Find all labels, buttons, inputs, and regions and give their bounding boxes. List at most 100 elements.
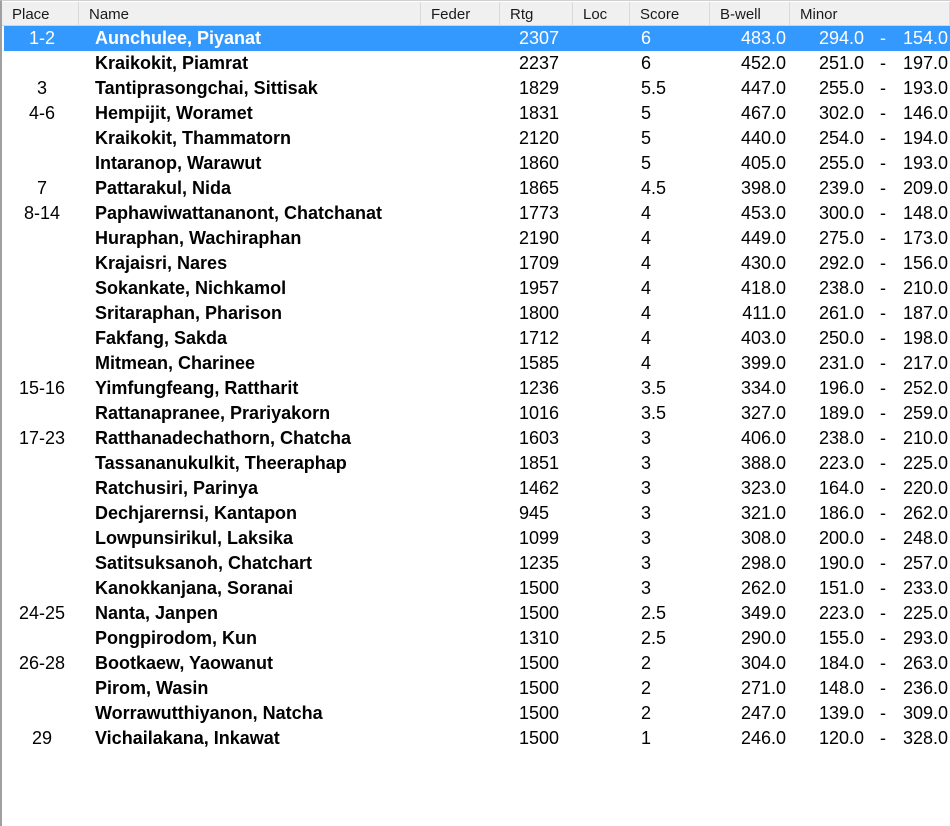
table-row[interactable]: Dechjarernsi, Kantapon 945 3 321.0 186.0…	[4, 501, 950, 526]
column-header-score[interactable]: Score	[630, 2, 710, 25]
column-header-loc[interactable]: Loc	[573, 2, 630, 25]
rating-cell: 1851	[519, 453, 560, 473]
table-row[interactable]: Satitsuksanoh, Chatchart 1235 3 298.0 19…	[4, 551, 950, 576]
table-row[interactable]: Fakfang, Sakda 1712 4 403.0 250.0 - 198.…	[4, 326, 950, 351]
score-cell: 4	[641, 278, 652, 298]
place-cell	[4, 501, 80, 526]
score-cell: 5	[641, 153, 652, 173]
place-cell	[4, 626, 80, 651]
table-row[interactable]: Tassananukulkit, Theeraphap 1851 3 388.0…	[4, 451, 950, 476]
player-name-cell: Fakfang, Sakda	[95, 328, 228, 348]
table-row[interactable]: Intaranop, Warawut 1860 5 405.0 255.0 - …	[4, 151, 950, 176]
rating-cell: 1500	[519, 578, 560, 598]
table-row[interactable]: Worrawutthiyanon, Natcha 1500 2 247.0 13…	[4, 701, 950, 726]
minor-first-cell: 151.0	[818, 578, 864, 598]
rating-cell: 1236	[519, 378, 560, 398]
minor-first-cell: 190.0	[818, 553, 864, 573]
table-row[interactable]: Kraikokit, Piamrat 2237 6 452.0 251.0 - …	[4, 51, 950, 76]
player-name-cell: Tantiprasongchai, Sittisak	[95, 78, 318, 98]
table-row[interactable]: 17-23 Ratthanadechathorn, Chatcha 1603 3…	[4, 426, 950, 451]
player-name-cell: Nanta, Janpen	[95, 603, 219, 623]
column-header-name[interactable]: Name	[79, 2, 421, 25]
rating-cell: 1709	[519, 253, 560, 273]
place-cell	[4, 126, 80, 151]
minor-first-cell: 292.0	[818, 253, 864, 273]
table-row[interactable]: Ratchusiri, Parinya 1462 3 323.0 164.0 -…	[4, 476, 950, 501]
buchholz-cell: 403.0	[740, 328, 786, 348]
column-header-minor[interactable]: Minor	[790, 2, 950, 25]
buchholz-cell: 453.0	[740, 203, 786, 223]
table-row[interactable]: 4-6 Hempijit, Woramet 1831 5 467.0 302.0…	[4, 101, 950, 126]
table-row-selected[interactable]: 1-2 Aunchulee, Piyanat 2307 6 483.0 294.…	[4, 26, 950, 51]
minor-second-cell: 236.0	[902, 678, 948, 698]
rating-cell: 1310	[519, 628, 560, 648]
score-cell: 3	[641, 503, 652, 523]
minor-first-cell: 155.0	[818, 628, 864, 648]
place-cell: 15-16	[18, 378, 66, 398]
table-row[interactable]: 15-16 Yimfungfeang, Rattharit 1236 3.5 3…	[4, 376, 950, 401]
minor-second-cell: 225.0	[902, 603, 948, 623]
place-cell: 24-25	[18, 603, 66, 623]
minor-first-cell: 254.0	[818, 128, 864, 148]
table-row[interactable]: Pongpirodom, Kun 1310 2.5 290.0 155.0 - …	[4, 626, 950, 651]
column-header-bwell[interactable]: B-well	[710, 2, 790, 25]
table-row[interactable]: 8-14 Paphawiwattananont, Chatchanat 1773…	[4, 201, 950, 226]
score-cell: 5.5	[641, 78, 667, 98]
buchholz-cell: 447.0	[740, 78, 786, 98]
player-name-cell: Ratthanadechathorn, Chatcha	[95, 428, 352, 448]
rating-cell: 1957	[519, 278, 560, 298]
minor-second-cell: 263.0	[902, 653, 948, 673]
minor-second-cell: 220.0	[902, 478, 948, 498]
table-row[interactable]: Kraikokit, Thammatorn 2120 5 440.0 254.0…	[4, 126, 950, 151]
place-cell: 1-2	[28, 28, 55, 48]
buchholz-cell: 406.0	[740, 428, 786, 448]
table-row[interactable]: Krajaisri, Nares 1709 4 430.0 292.0 - 15…	[4, 251, 950, 276]
minor-first-cell: 294.0	[818, 28, 864, 48]
score-cell: 6	[641, 28, 652, 48]
table-row[interactable]: Mitmean, Charinee 1585 4 399.0 231.0 - 2…	[4, 351, 950, 376]
minor-second-cell: 217.0	[902, 353, 948, 373]
minor-first-cell: 200.0	[818, 528, 864, 548]
place-cell: 3	[36, 78, 47, 98]
minor-second-cell: 328.0	[902, 728, 948, 748]
column-header-feder[interactable]: Feder	[421, 2, 500, 25]
table-row[interactable]: Pirom, Wasin 1500 2 271.0 148.0 - 236.0	[4, 676, 950, 701]
table-row[interactable]: 7 Pattarakul, Nida 1865 4.5 398.0 239.0 …	[4, 176, 950, 201]
minor-first-cell: 255.0	[818, 153, 864, 173]
score-cell: 4	[641, 203, 652, 223]
minor-second-cell: 233.0	[902, 578, 948, 598]
rating-cell: 1829	[519, 78, 560, 98]
player-name-cell: Kraikokit, Thammatorn	[95, 128, 292, 148]
table-row[interactable]: Sritaraphan, Pharison 1800 4 411.0 261.0…	[4, 301, 950, 326]
score-cell: 5	[641, 128, 652, 148]
column-header-bar: Place Name Feder Rtg Loc Score B-well Mi…	[2, 2, 950, 26]
minor-second-cell: 154.0	[902, 28, 948, 48]
table-row[interactable]: Lowpunsirikul, Laksika 1099 3 308.0 200.…	[4, 526, 950, 551]
player-name-cell: Hempijit, Woramet	[95, 103, 253, 123]
minor-first-cell: 255.0	[818, 78, 864, 98]
table-row[interactable]: Rattanapranee, Prariyakorn 1016 3.5 327.…	[4, 401, 950, 426]
buchholz-cell: 388.0	[740, 453, 786, 473]
place-cell	[4, 51, 80, 76]
table-row[interactable]: 24-25 Nanta, Janpen 1500 2.5 349.0 223.0…	[4, 601, 950, 626]
place-cell: 7	[36, 178, 47, 198]
rating-cell: 1462	[519, 478, 560, 498]
table-row[interactable]: Kanokkanjana, Soranai 1500 3 262.0 151.0…	[4, 576, 950, 601]
table-row[interactable]: 29 Vichailakana, Inkawat 1500 1 246.0 12…	[4, 726, 950, 751]
table-row[interactable]: Sokankate, Nichkamol 1957 4 418.0 238.0 …	[4, 276, 950, 301]
player-name-cell: Yimfungfeang, Rattharit	[95, 378, 299, 398]
column-header-rtg[interactable]: Rtg	[500, 2, 573, 25]
table-row[interactable]: 26-28 Bootkaew, Yaowanut 1500 2 304.0 18…	[4, 651, 950, 676]
table-row[interactable]: 3 Tantiprasongchai, Sittisak 1829 5.5 44…	[4, 76, 950, 101]
minor-first-cell: 239.0	[818, 178, 864, 198]
score-cell: 2.5	[641, 628, 667, 648]
buchholz-cell: 452.0	[740, 53, 786, 73]
minor-first-cell: 231.0	[818, 353, 864, 373]
score-cell: 4.5	[641, 178, 667, 198]
player-name-cell: Mitmean, Charinee	[95, 353, 256, 373]
minor-second-cell: 248.0	[902, 528, 948, 548]
table-row[interactable]: Huraphan, Wachiraphan 2190 4 449.0 275.0…	[4, 226, 950, 251]
buchholz-cell: 298.0	[740, 553, 786, 573]
score-cell: 3	[641, 428, 652, 448]
column-header-place[interactable]: Place	[2, 2, 79, 25]
